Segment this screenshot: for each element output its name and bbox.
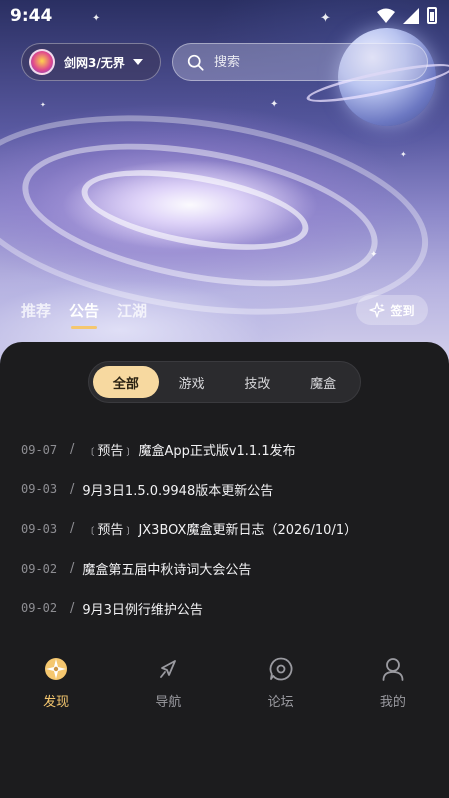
date-separator: / (70, 600, 75, 616)
tab-recommend[interactable]: 推荐 (21, 300, 51, 329)
list-item[interactable]: 09-02 / 魔盒第五届中秋诗词大会公告 (21, 549, 431, 589)
item-date: 09-02 (21, 601, 58, 616)
list-item[interactable]: 09-02 / 9月3日例行维护公告 (21, 588, 431, 628)
cellular-signal-icon (403, 7, 419, 24)
nav-label: 发现 (43, 695, 70, 710)
checkin-button[interactable]: 签到 (356, 295, 428, 325)
item-title: 9月3日例行维护公告 (82, 602, 203, 618)
filter-mohe[interactable]: 魔盒 (290, 366, 356, 398)
star-decoration: ✦ (270, 99, 279, 110)
search-icon (187, 54, 204, 71)
status-bar: 9:44 (0, 0, 449, 34)
search-bar[interactable] (172, 43, 428, 81)
battery-icon (427, 7, 437, 24)
sparkle-icon (369, 302, 386, 318)
discover-icon (45, 658, 68, 680)
item-tag-label: 预告 (97, 444, 124, 460)
filter-segmented-control: 全部 游戏 技改 魔盒 (88, 361, 361, 403)
date-separator: / (70, 442, 75, 458)
status-time: 9:44 (10, 6, 53, 26)
tab-jianghu[interactable]: 江湖 (117, 300, 147, 329)
item-date: 09-03 (21, 482, 58, 497)
item-date: 09-07 (21, 442, 58, 457)
nav-label: 导航 (155, 695, 182, 710)
item-title: 魔盒App正式版v1.1.1发布 (138, 444, 296, 460)
item-date: 09-03 (21, 521, 58, 536)
filter-game[interactable]: 游戏 (159, 366, 225, 398)
nav-label: 论坛 (267, 695, 294, 710)
star-decoration: ✦ (370, 250, 378, 260)
game-switcher-button[interactable]: 剑网3/无界 (21, 43, 161, 81)
filter-skill-change[interactable]: 技改 (225, 366, 291, 398)
nav-forum[interactable]: 论坛 (225, 656, 337, 716)
item-tag-label: 预告 (97, 523, 124, 539)
nav-label: 我的 (379, 695, 406, 710)
game-avatar (29, 49, 55, 75)
game-switcher-label: 剑网3/无界 (64, 55, 125, 70)
nav-profile[interactable]: 我的 (337, 656, 449, 716)
item-date: 09-02 (21, 561, 58, 576)
list-item[interactable]: 09-03 / 〔预告〕 JX3BOX魔盒更新日志（2026/10/1） (21, 509, 431, 549)
list-item[interactable]: 09-07 / 〔预告〕 魔盒App正式版v1.1.1发布 (21, 430, 431, 470)
announcement-list: 09-07 / 〔预告〕 魔盒App正式版v1.1.1发布 09-03 / 9月… (21, 430, 431, 628)
chevron-down-icon (132, 59, 143, 65)
status-icons (377, 7, 437, 24)
item-title: JX3BOX魔盒更新日志（2026/10/1） (138, 523, 358, 539)
bottom-navigation: 发现 导航 论坛 我的 (0, 656, 449, 716)
tab-announcements[interactable]: 公告 (69, 300, 99, 329)
search-input[interactable] (214, 54, 414, 70)
nav-navigation[interactable]: 导航 (112, 656, 224, 716)
date-separator: / (70, 481, 75, 497)
date-separator: / (70, 561, 75, 577)
filter-all[interactable]: 全部 (93, 366, 159, 398)
nav-discover[interactable]: 发现 (0, 656, 112, 716)
item-title: 9月3日1.5.0.9948版本更新公告 (82, 483, 274, 499)
item-tag: 〔预告〕 (85, 444, 136, 460)
hero-tabs: 推荐 公告 江湖 (21, 300, 147, 329)
star-decoration: ✦ (40, 101, 46, 109)
compass-icon (160, 660, 177, 678)
checkin-label: 签到 (390, 303, 415, 318)
profile-icon (382, 658, 404, 681)
announcement-sheet: 全部 游戏 技改 魔盒 09-07 / 〔预告〕 魔盒App正式版v1.1.1发… (0, 342, 449, 798)
star-decoration: ✦ (400, 150, 407, 159)
wifi-icon (377, 8, 395, 23)
date-separator: / (70, 521, 75, 537)
item-tag: 〔预告〕 (85, 523, 136, 539)
forum-icon (269, 657, 293, 681)
list-item[interactable]: 09-03 / 9月3日1.5.0.9948版本更新公告 (21, 470, 431, 510)
item-title: 魔盒第五届中秋诗词大会公告 (82, 563, 252, 579)
